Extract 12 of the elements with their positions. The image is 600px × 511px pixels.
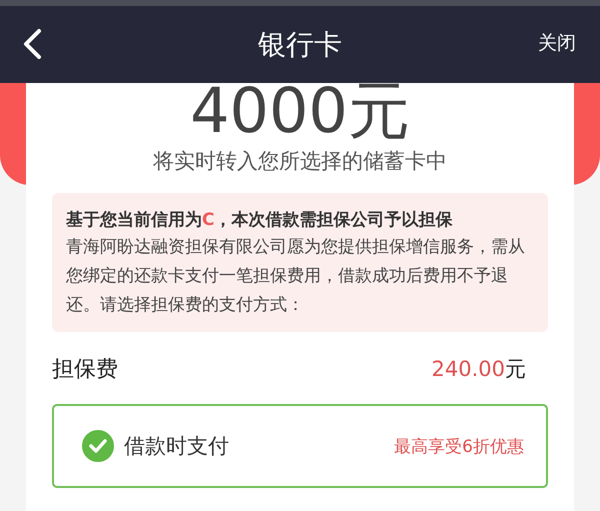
option-label: 借款时支付 [124, 433, 229, 460]
page-title: 银行卡 [258, 26, 342, 62]
loan-amount: 4000元 [189, 83, 411, 139]
transfer-note: 将实时转入您所选择的储蓄卡中 [152, 148, 448, 175]
payment-option[interactable]: 借款时支付 最高享受6折优惠 [52, 404, 548, 488]
fee-label: 担保费 [52, 356, 118, 384]
discount-note: 最高享受6折优惠 [394, 436, 524, 458]
notice-text: 青海阿盼达融资担保有限公司愿为您提供担保增信服务，需从您绑定的还款卡支付一笔担保费用，借款成功后费用不予退还。请选择担保费的支付方式： [66, 236, 526, 317]
notice-heading: 基于您当前信用为C，本次借款需担保公司予以担保 [66, 209, 454, 232]
back-icon[interactable] [22, 28, 42, 60]
close-button[interactable]: 关闭 [538, 30, 576, 56]
fee-amount: 240.00元 [432, 356, 526, 383]
